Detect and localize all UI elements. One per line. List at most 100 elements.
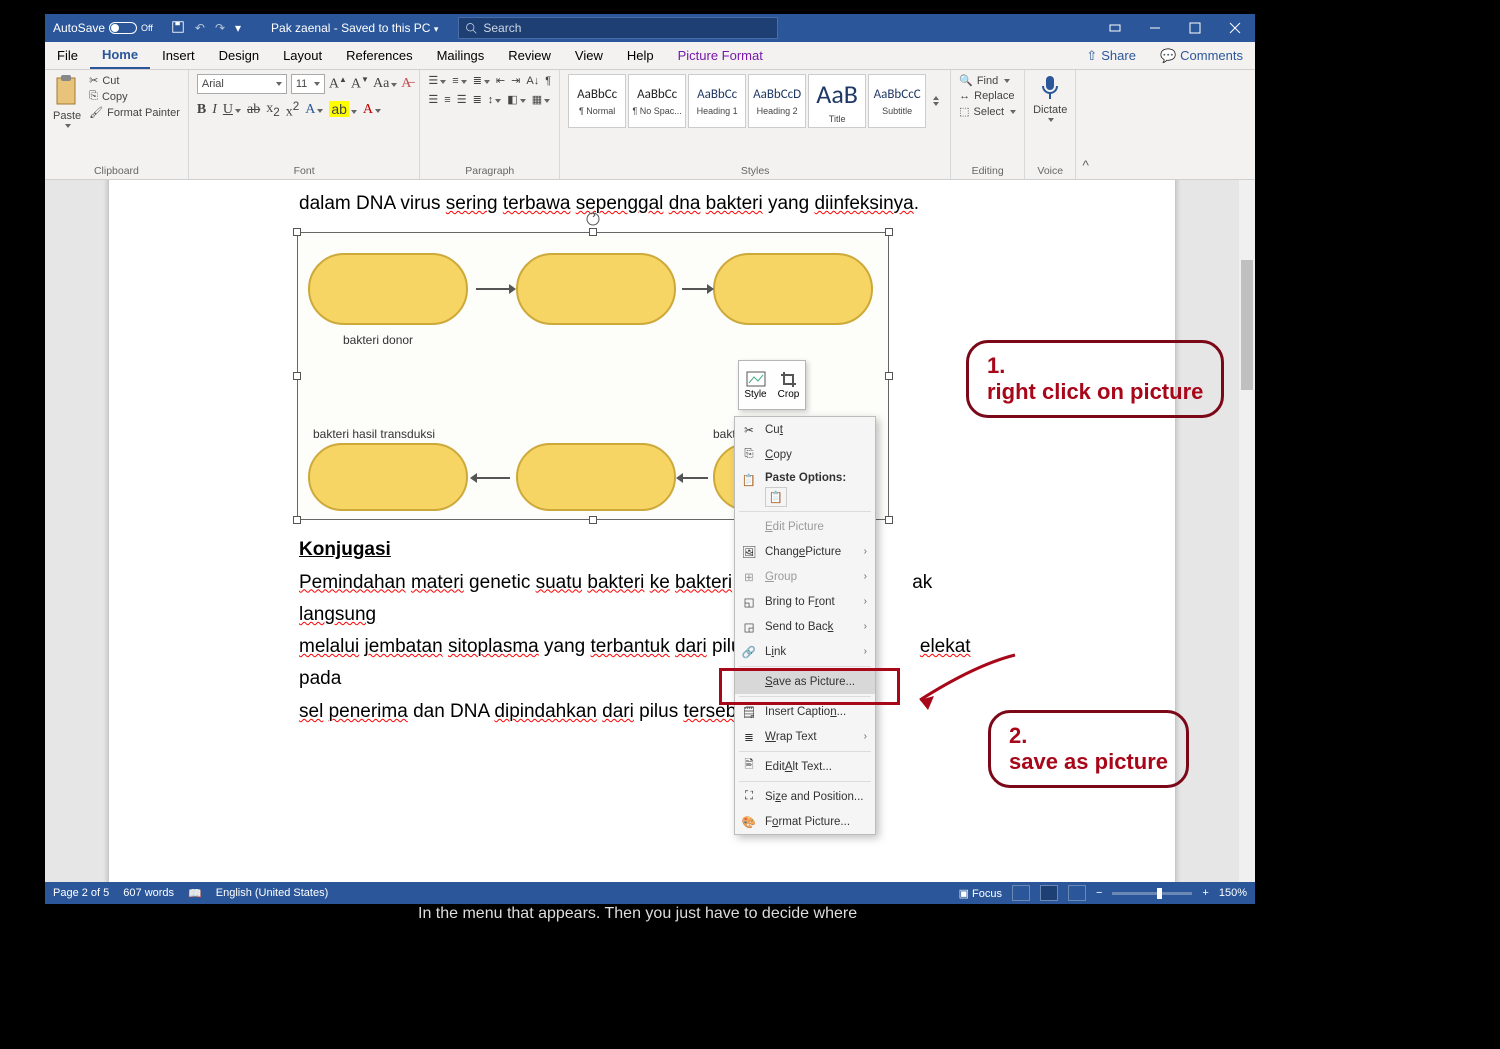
rotate-handle-icon[interactable] xyxy=(585,211,601,227)
ctx-bring-front[interactable]: ◱Bring to Front› xyxy=(735,589,875,614)
style-heading2[interactable]: AaBbCcDHeading 2 xyxy=(748,74,806,128)
ctx-send-back[interactable]: ◲Send to Back› xyxy=(735,614,875,639)
line-spacing-button[interactable]: ↕ xyxy=(488,94,502,106)
save-icon[interactable] xyxy=(171,20,185,37)
paste-option-keep[interactable]: 📋 xyxy=(765,487,787,507)
tab-references[interactable]: References xyxy=(334,42,424,69)
qat-dropdown-icon[interactable]: ▾ xyxy=(235,21,241,35)
show-marks-button[interactable]: ¶ xyxy=(545,75,551,87)
comments-button[interactable]: 💬Comments xyxy=(1148,42,1255,69)
find-button[interactable]: 🔍Find xyxy=(959,74,1016,87)
style-title[interactable]: AaBTitle xyxy=(808,74,866,128)
zoom-level[interactable]: 150% xyxy=(1219,887,1247,899)
focus-mode-button[interactable]: ▣ Focus xyxy=(959,887,1002,900)
shrink-font-button[interactable]: A▼ xyxy=(351,75,369,93)
resize-handle[interactable] xyxy=(589,228,597,236)
read-mode-button[interactable] xyxy=(1012,885,1030,901)
tab-help[interactable]: Help xyxy=(615,42,666,69)
autosave-toggle[interactable]: AutoSave Off xyxy=(45,21,161,35)
styles-more-button[interactable] xyxy=(928,74,942,128)
style-nospacing[interactable]: AaBbCc¶ No Spac... xyxy=(628,74,686,128)
vertical-scrollbar[interactable] xyxy=(1239,180,1255,882)
tab-picture-format[interactable]: Picture Format xyxy=(666,42,775,69)
font-color-button[interactable]: A xyxy=(363,102,381,118)
tab-layout[interactable]: Layout xyxy=(271,42,334,69)
underline-button[interactable]: U xyxy=(223,102,241,118)
format-painter-button[interactable]: 🖌Format Painter xyxy=(89,106,180,119)
bold-button[interactable]: B xyxy=(197,102,206,118)
tab-file[interactable]: File xyxy=(45,42,90,69)
justify-button[interactable]: ≣ xyxy=(473,93,482,106)
style-heading1[interactable]: AaBbCcHeading 1 xyxy=(688,74,746,128)
resize-handle[interactable] xyxy=(293,228,301,236)
spell-check-icon[interactable]: 📖 xyxy=(188,887,202,900)
highlight-button[interactable]: ab xyxy=(329,101,357,119)
tab-insert[interactable]: Insert xyxy=(150,42,207,69)
ctx-change-picture[interactable]: 🖼Change Picture› xyxy=(735,539,875,564)
replace-button[interactable]: ↔Replace xyxy=(959,90,1016,102)
subscript-button[interactable]: x2 xyxy=(266,101,279,119)
zoom-in-button[interactable]: + xyxy=(1202,887,1208,899)
text-effects-button[interactable]: A xyxy=(305,102,323,118)
align-right-button[interactable]: ☰ xyxy=(457,93,467,106)
crop-button[interactable]: Crop xyxy=(772,361,805,409)
resize-handle[interactable] xyxy=(293,372,301,380)
language-indicator[interactable]: English (United States) xyxy=(216,887,329,899)
page-indicator[interactable]: Page 2 of 5 xyxy=(53,887,109,899)
copy-button[interactable]: ⎘Copy xyxy=(89,90,180,103)
minimize-button[interactable] xyxy=(1135,14,1175,42)
tab-design[interactable]: Design xyxy=(207,42,271,69)
close-button[interactable] xyxy=(1215,14,1255,42)
align-center-button[interactable]: ≡ xyxy=(444,94,450,106)
scrollbar-thumb[interactable] xyxy=(1241,260,1253,390)
bullets-button[interactable]: ☰ xyxy=(428,74,446,87)
multilevel-button[interactable]: ≣ xyxy=(473,74,490,87)
strike-button[interactable]: ab xyxy=(247,102,260,118)
ctx-size-position[interactable]: ⛶Size and Position... xyxy=(735,784,875,809)
ctx-link[interactable]: 🔗Link› xyxy=(735,639,875,664)
font-size-combo[interactable]: 11 xyxy=(291,74,325,94)
redo-icon[interactable]: ↷ xyxy=(215,21,225,35)
sort-button[interactable]: A↓ xyxy=(526,75,539,87)
increase-indent-button[interactable]: ⇥ xyxy=(511,74,520,87)
style-subtitle[interactable]: AaBbCcCSubtitle xyxy=(868,74,926,128)
tab-mailings[interactable]: Mailings xyxy=(425,42,497,69)
shading-button[interactable]: ◧ xyxy=(507,93,525,106)
undo-icon[interactable]: ↶ xyxy=(195,21,205,35)
resize-handle[interactable] xyxy=(293,516,301,524)
resize-handle[interactable] xyxy=(885,228,893,236)
numbering-button[interactable]: ≡ xyxy=(452,75,466,87)
zoom-slider[interactable] xyxy=(1112,892,1192,895)
resize-handle[interactable] xyxy=(885,516,893,524)
resize-handle[interactable] xyxy=(589,516,597,524)
select-button[interactable]: ⬚Select xyxy=(959,105,1016,118)
decrease-indent-button[interactable]: ⇤ xyxy=(496,74,505,87)
picture-style-button[interactable]: Style xyxy=(739,361,772,409)
paste-button[interactable]: Paste xyxy=(53,74,81,163)
print-layout-button[interactable] xyxy=(1040,885,1058,901)
superscript-button[interactable]: x2 xyxy=(286,100,299,121)
italic-button[interactable]: I xyxy=(212,102,217,118)
ctx-format-picture[interactable]: 🎨Format Picture... xyxy=(735,809,875,834)
tab-review[interactable]: Review xyxy=(496,42,563,69)
cut-button[interactable]: ✂Cut xyxy=(89,74,180,87)
clear-format-button[interactable]: A̶ xyxy=(401,76,411,92)
word-count[interactable]: 607 words xyxy=(123,887,174,899)
collapse-ribbon-button[interactable]: ^ xyxy=(1076,70,1095,179)
ctx-wrap-text[interactable]: ≣Wrap Text› xyxy=(735,724,875,749)
maximize-button[interactable] xyxy=(1175,14,1215,42)
ctx-cut[interactable]: ✂Cut xyxy=(735,417,875,442)
borders-button[interactable]: ▦ xyxy=(532,93,550,106)
style-normal[interactable]: AaBbCc¶ Normal xyxy=(568,74,626,128)
web-layout-button[interactable] xyxy=(1068,885,1086,901)
tab-home[interactable]: Home xyxy=(90,42,150,69)
share-button[interactable]: ⇧Share xyxy=(1074,42,1148,69)
search-input[interactable]: Search xyxy=(458,17,778,39)
resize-handle[interactable] xyxy=(885,372,893,380)
font-name-combo[interactable]: Arial xyxy=(197,74,287,94)
tab-view[interactable]: View xyxy=(563,42,615,69)
grow-font-button[interactable]: A▲ xyxy=(329,75,347,93)
align-left-button[interactable]: ☰ xyxy=(428,93,438,106)
ctx-edit-alt-text[interactable]: 🖹Edit Alt Text... xyxy=(735,754,875,779)
ribbon-display-icon[interactable] xyxy=(1095,14,1135,42)
